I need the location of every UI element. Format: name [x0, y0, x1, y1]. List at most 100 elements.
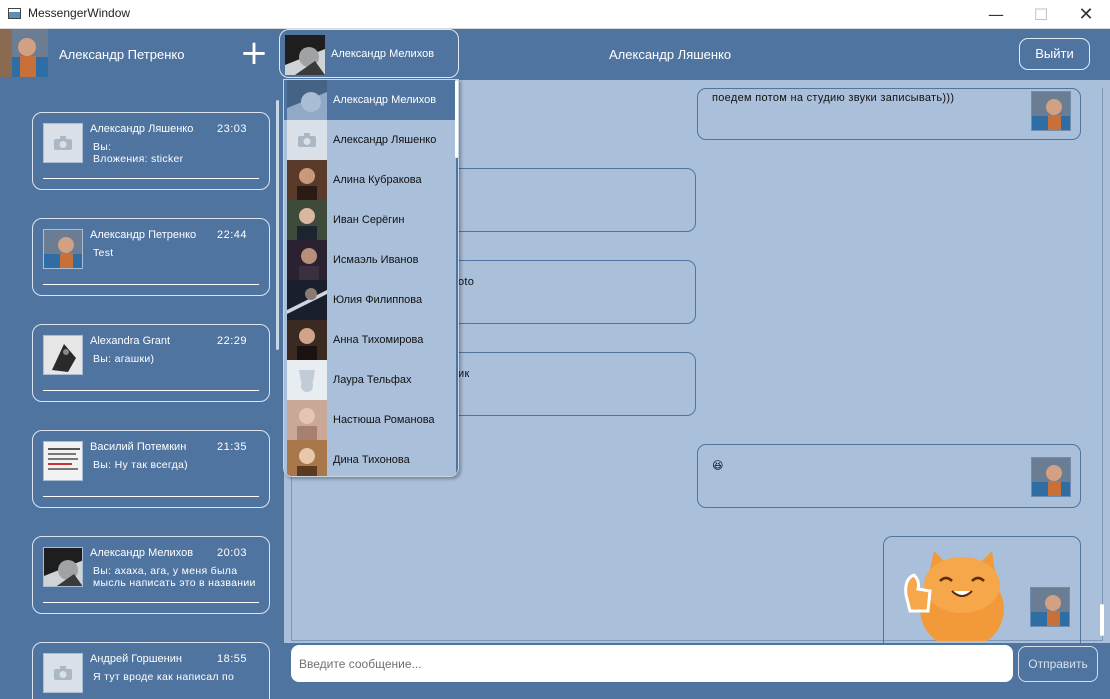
dialog-item[interactable]: Александр Мелихов 20:03 Вы: ахаха, ага, …	[32, 536, 270, 614]
dropdown-item-name: Лаура Тельфах	[333, 374, 412, 386]
camera-icon	[43, 123, 83, 163]
message-bubble-outgoing[interactable]: поедем потом на студию звуки записывать)…	[697, 88, 1081, 140]
window-title: MessengerWindow	[28, 6, 131, 20]
dialog-time: 20:03	[217, 547, 248, 559]
dialog-time: 22:29	[217, 335, 248, 347]
divider	[43, 178, 259, 179]
divider	[43, 602, 259, 603]
divider	[43, 496, 259, 497]
dialog-last-message: Вы: агашки)	[93, 353, 155, 365]
camera-icon	[43, 653, 83, 693]
maximize-button[interactable]: ☐	[1018, 0, 1064, 29]
dropdown-item[interactable]: Алина Кубракова	[284, 160, 456, 200]
app-icon	[8, 8, 21, 19]
message-input[interactable]	[291, 645, 1013, 682]
dialog-last-message: Вы: Ну так всегда)	[93, 459, 188, 471]
message-bubble-incoming[interactable]	[444, 168, 696, 232]
dialog-item[interactable]: Александр Петренко 22:44 Test	[32, 218, 270, 296]
avatar	[43, 229, 83, 269]
dialog-time: 21:35	[217, 441, 248, 453]
dropdown-item[interactable]: Юлия Филиппова	[284, 280, 456, 320]
vk-dog-icon	[287, 360, 327, 400]
dialog-name: Александр Мелихов	[90, 547, 194, 559]
dialog-time: 18:55	[217, 653, 248, 665]
avatar	[1031, 91, 1071, 131]
message-text: oto	[458, 276, 475, 288]
message-text: поедем потом на студию звуки записывать)…	[712, 92, 955, 104]
dropdown-item[interactable]: Исмаэль Иванов	[284, 240, 456, 280]
dropdown-item-name: Алина Кубракова	[333, 174, 422, 186]
chat-scrollbar[interactable]	[1100, 604, 1104, 636]
avatar	[1031, 457, 1071, 497]
dialog-item[interactable]: Андрей Горшенин 18:55 Я тут вроде как на…	[32, 642, 270, 699]
dropdown-item[interactable]: Лаура Тельфах	[284, 360, 456, 400]
avatar	[287, 80, 327, 120]
dropdown-item-name: Александр Ляшенко	[333, 134, 437, 146]
dialog-last-message: Вы: Вложения: sticker	[93, 141, 184, 165]
title-bar: MessengerWindow — ☐ ✕	[0, 0, 1110, 29]
avatar	[287, 160, 327, 200]
minimize-button[interactable]: —	[973, 0, 1019, 29]
dropdown-item-name: Дина Тихонова	[333, 454, 410, 466]
contact-selector[interactable]: Александр Мелихов	[279, 29, 459, 78]
selected-contact-name: Александр Мелихов	[331, 48, 435, 60]
dialogs-sidebar[interactable]: Александр Ляшенко 23:03 Вы: Вложения: st…	[0, 80, 284, 699]
my-avatar	[0, 29, 48, 77]
dropdown-item[interactable]: Александр Ляшенко	[284, 120, 456, 160]
dialog-item[interactable]: Александр Ляшенко 23:03 Вы: Вложения: st…	[32, 112, 270, 190]
avatar	[287, 400, 327, 440]
dialog-time: 23:03	[217, 123, 248, 135]
cat-sticker-icon	[900, 547, 1020, 649]
dropdown-item-name: Иван Серёгин	[333, 214, 405, 226]
avatar	[1030, 587, 1070, 627]
dropdown-item-name: Анна Тихомирова	[333, 334, 424, 346]
dropdown-scrollbar[interactable]	[455, 80, 458, 158]
avatar	[287, 240, 327, 280]
message-bubble-incoming[interactable]: ик	[444, 352, 696, 416]
chat-title: Александр Ляшенко	[609, 47, 732, 62]
avatar	[287, 280, 327, 320]
sidebar-scrollbar[interactable]	[276, 100, 279, 350]
logout-button[interactable]: Выйти	[1019, 38, 1090, 70]
dropdown-item[interactable]: Анна Тихомирова	[284, 320, 456, 360]
dropdown-item[interactable]: Дина Тихонова	[284, 440, 456, 476]
avatar	[287, 320, 327, 360]
camera-icon	[287, 120, 327, 160]
avatar	[43, 547, 83, 587]
message-bubble-incoming[interactable]: oto	[444, 260, 696, 324]
dialog-name: Alexandra Grant	[90, 335, 171, 347]
dropdown-item-name: Исмаэль Иванов	[333, 254, 419, 266]
divider	[43, 284, 259, 285]
dialog-last-message: Вы: ахаха, ага, у меня была мысль написа…	[93, 565, 256, 589]
send-button[interactable]: Отправить	[1018, 646, 1098, 682]
message-bubble-sticker[interactable]	[883, 536, 1081, 649]
dropdown-item-name: Юлия Филиппова	[333, 294, 423, 306]
header-bar: Александр Петренко + Александр Мелихов А…	[0, 29, 1110, 80]
dropdown-item[interactable]: Александр Мелихов	[284, 80, 456, 120]
message-text: 😆	[712, 460, 724, 472]
dialog-name: Андрей Горшенин	[90, 653, 182, 665]
divider	[43, 390, 259, 391]
dialog-item[interactable]: Alexandra Grant 22:29 Вы: агашки)	[32, 324, 270, 402]
my-name: Александр Петренко	[59, 47, 185, 62]
dropdown-item-name: Александр Мелихов	[333, 94, 437, 106]
message-bubble-outgoing[interactable]: 😆	[697, 444, 1081, 508]
dropdown-item[interactable]: Иван Серёгин	[284, 200, 456, 240]
dialog-last-message: Test	[93, 247, 114, 259]
avatar	[287, 440, 327, 476]
input-bar: Отправить	[284, 643, 1110, 699]
avatar	[43, 441, 83, 481]
avatar	[43, 335, 83, 375]
dialog-name: Александр Ляшенко	[90, 123, 194, 135]
message-text: ик	[458, 368, 470, 380]
dialog-name: Александр Петренко	[90, 229, 197, 241]
dialog-item[interactable]: Василий Потемкин 21:35 Вы: Ну так всегда…	[32, 430, 270, 508]
contacts-dropdown[interactable]: Александр Мелихов Александр Ляшенко Алин…	[283, 79, 459, 477]
avatar	[287, 200, 327, 240]
dropdown-item[interactable]: Настюша Романова	[284, 400, 456, 440]
dialog-name: Василий Потемкин	[90, 441, 187, 453]
add-dialog-button[interactable]: +	[238, 35, 270, 73]
dialog-time: 22:44	[217, 229, 248, 241]
selected-contact-avatar	[285, 35, 325, 75]
close-window-button[interactable]: ✕	[1063, 0, 1109, 29]
